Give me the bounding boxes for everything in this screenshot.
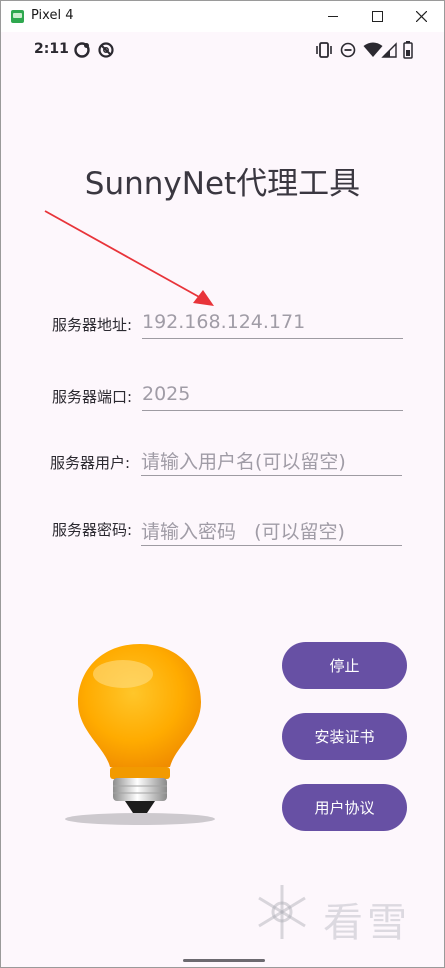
server-address-label: 服务器地址:: [52, 316, 133, 334]
stop-button[interactable]: 停止: [282, 642, 407, 689]
server-port-input[interactable]: 2025: [142, 383, 403, 411]
emulator-app-icon: [11, 10, 24, 23]
maximize-button[interactable]: [355, 1, 399, 32]
emulator-window: Pixel 4 2:11 SunnyNet代理工具 服务器地址: 192.168…: [0, 0, 445, 968]
sync-icon: [74, 42, 90, 58]
lightbulb-icon: [65, 644, 215, 825]
no-disturb-icon: [98, 42, 114, 58]
server-user-input[interactable]: 请输入用户名(可以留空): [141, 447, 402, 476]
wifi-icon: [363, 42, 383, 57]
server-address-input[interactable]: 192.168.124.171: [142, 311, 403, 339]
app-title: SunnyNet代理工具: [84, 166, 361, 202]
signal-icon: [381, 42, 397, 58]
install-cert-button[interactable]: 安装证书: [282, 713, 407, 760]
gesture-nav-handle[interactable]: [183, 959, 265, 962]
close-button[interactable]: [399, 1, 443, 32]
maximize-icon: [371, 11, 383, 22]
dnd-icon: [340, 42, 356, 58]
server-password-input[interactable]: 请输入密码 (可以留空): [141, 517, 402, 546]
status-time: 2:11: [34, 41, 69, 57]
watermark-text: 看雪: [323, 900, 411, 946]
server-port-label: 服务器端口:: [52, 388, 133, 406]
vibrate-icon: [316, 42, 332, 58]
window-titlebar[interactable]: Pixel 4: [1, 1, 444, 32]
red-arrow-annotation: [44, 210, 214, 306]
window-title: Pixel 4: [31, 8, 74, 23]
user-agreement-button[interactable]: 用户协议: [282, 784, 407, 831]
minimize-button[interactable]: [311, 1, 355, 32]
server-user-label: 服务器用户:: [50, 454, 131, 472]
battery-icon: [403, 41, 413, 59]
close-icon: [415, 11, 427, 22]
minimize-icon: [328, 16, 338, 17]
server-password-label: 服务器密码:: [52, 521, 133, 539]
snowflake-watermark-icon: [258, 885, 306, 939]
